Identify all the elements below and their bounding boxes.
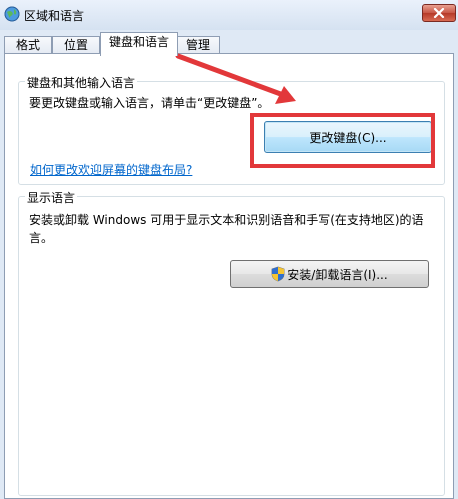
change-keyboards-button[interactable]: 更改键盘(C)... (264, 121, 432, 153)
tab-keyboards-languages[interactable]: 键盘和语言 (100, 32, 178, 56)
tab-panel: 键盘和其他输入语言 要更改键盘或输入语言，请单击“更改键盘”。 更改键盘(C).… (4, 53, 454, 499)
keyboard-group-legend: 键盘和其他输入语言 (25, 74, 138, 91)
region-language-window: 区域和语言 格式 位置 管理 键盘和语言 键盘和其他输入语言 要更改键盘或输入语… (0, 0, 458, 499)
display-language-group: 显示语言 安装或卸载 Windows 可用于显示文本和识别语音和手写(在支持地区… (18, 189, 445, 496)
uac-shield-icon (271, 266, 285, 282)
globe-icon (3, 5, 21, 23)
display-language-description: 安装或卸载 Windows 可用于显示文本和识别语音和手写(在支持地区)的语言。 (29, 213, 424, 245)
tab-formats[interactable]: 格式 (4, 36, 52, 54)
tab-strip: 格式 位置 管理 键盘和语言 (0, 30, 458, 56)
keyboard-group: 键盘和其他输入语言 要更改键盘或输入语言，请单击“更改键盘”。 更改键盘(C).… (18, 74, 445, 185)
title-bar: 区域和语言 (0, 0, 458, 30)
tab-location[interactable]: 位置 (52, 36, 100, 54)
close-button[interactable] (422, 4, 456, 22)
welcome-screen-keyboard-help-link[interactable]: 如何更改欢迎屏幕的键盘布局? (30, 161, 192, 178)
display-language-legend: 显示语言 (25, 189, 78, 206)
install-button-label: 安装/卸载语言(I)... (287, 268, 388, 282)
close-icon (433, 8, 445, 18)
install-uninstall-languages-button[interactable]: 安装/卸载语言(I)... (230, 260, 429, 288)
keyboard-description: 要更改键盘或输入语言，请单击“更改键盘”。 (29, 96, 270, 110)
tab-administrative[interactable]: 管理 (176, 36, 220, 54)
window-title: 区域和语言 (24, 9, 85, 23)
